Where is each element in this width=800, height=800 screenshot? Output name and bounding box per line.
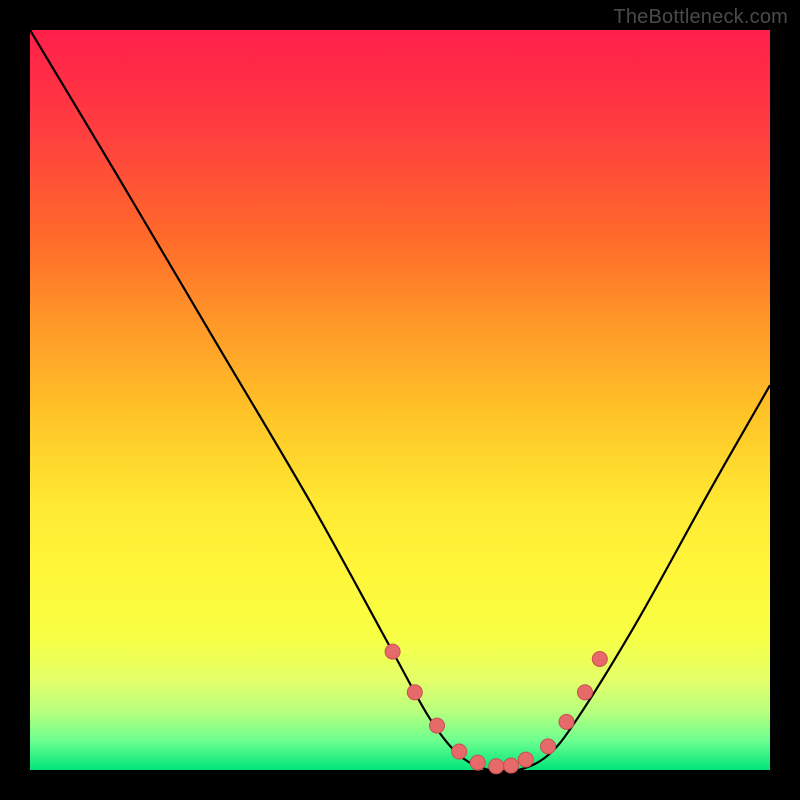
data-marker	[559, 714, 574, 729]
chart-svg	[30, 30, 770, 770]
data-marker	[504, 758, 519, 773]
data-marker	[489, 759, 504, 774]
plot-area	[30, 30, 770, 770]
chart-frame: TheBottleneck.com	[0, 0, 800, 800]
data-marker	[452, 744, 467, 759]
data-marker	[578, 685, 593, 700]
data-marker	[541, 739, 556, 754]
data-marker	[470, 755, 485, 770]
data-marker	[592, 652, 607, 667]
attribution-label: TheBottleneck.com	[613, 6, 788, 29]
data-marker	[407, 685, 422, 700]
data-marker	[385, 644, 400, 659]
bottleneck-curve	[30, 30, 770, 772]
data-marker	[518, 752, 533, 767]
data-marker	[430, 718, 445, 733]
